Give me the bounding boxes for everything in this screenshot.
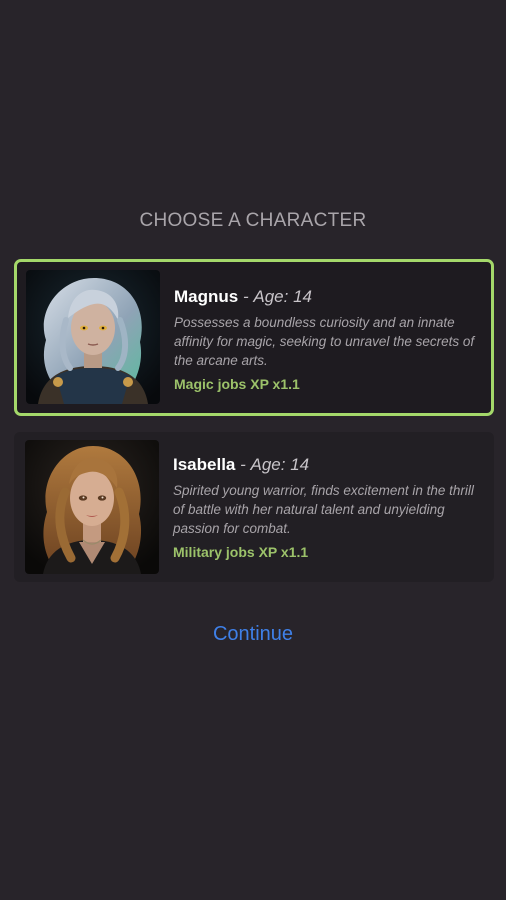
- character-name: Isabella: [173, 455, 236, 474]
- character-bonus: Magic jobs XP x1.1: [174, 376, 300, 392]
- character-name-line: Magnus - Age: 14: [174, 286, 485, 308]
- character-select-screen: CHOOSE A CHARACTER Magnus - Age: 14 Poss…: [0, 0, 506, 900]
- continue-button[interactable]: Continue: [0, 623, 506, 646]
- character-name-line: Isabella - Age: 14: [173, 454, 488, 476]
- character-description: Possesses a boundless curiosity and an i…: [174, 315, 475, 368]
- character-card-isabella[interactable]: Isabella - Age: 14 Spirited young warrio…: [14, 432, 494, 582]
- character-bonus: Military jobs XP x1.1: [173, 544, 309, 560]
- character-portrait-magnus: [26, 270, 160, 404]
- character-name: Magnus: [174, 287, 239, 306]
- character-age: Age: 14: [250, 455, 310, 474]
- character-info-magnus: Magnus - Age: 14 Possesses a boundless c…: [174, 286, 485, 394]
- mage-portrait-icon: [26, 270, 160, 404]
- page-title: CHOOSE A CHARACTER: [139, 210, 367, 231]
- warrior-portrait-icon: [25, 440, 159, 574]
- character-description: Spirited young warrior, finds excitement…: [173, 483, 474, 536]
- character-info-isabella: Isabella - Age: 14 Spirited young warrio…: [173, 454, 488, 562]
- character-card-magnus[interactable]: Magnus - Age: 14 Possesses a boundless c…: [14, 259, 494, 416]
- age-separator: -: [242, 287, 249, 306]
- character-age: Age: 14: [253, 287, 312, 306]
- age-separator: -: [240, 455, 246, 474]
- character-portrait-isabella: [25, 440, 159, 574]
